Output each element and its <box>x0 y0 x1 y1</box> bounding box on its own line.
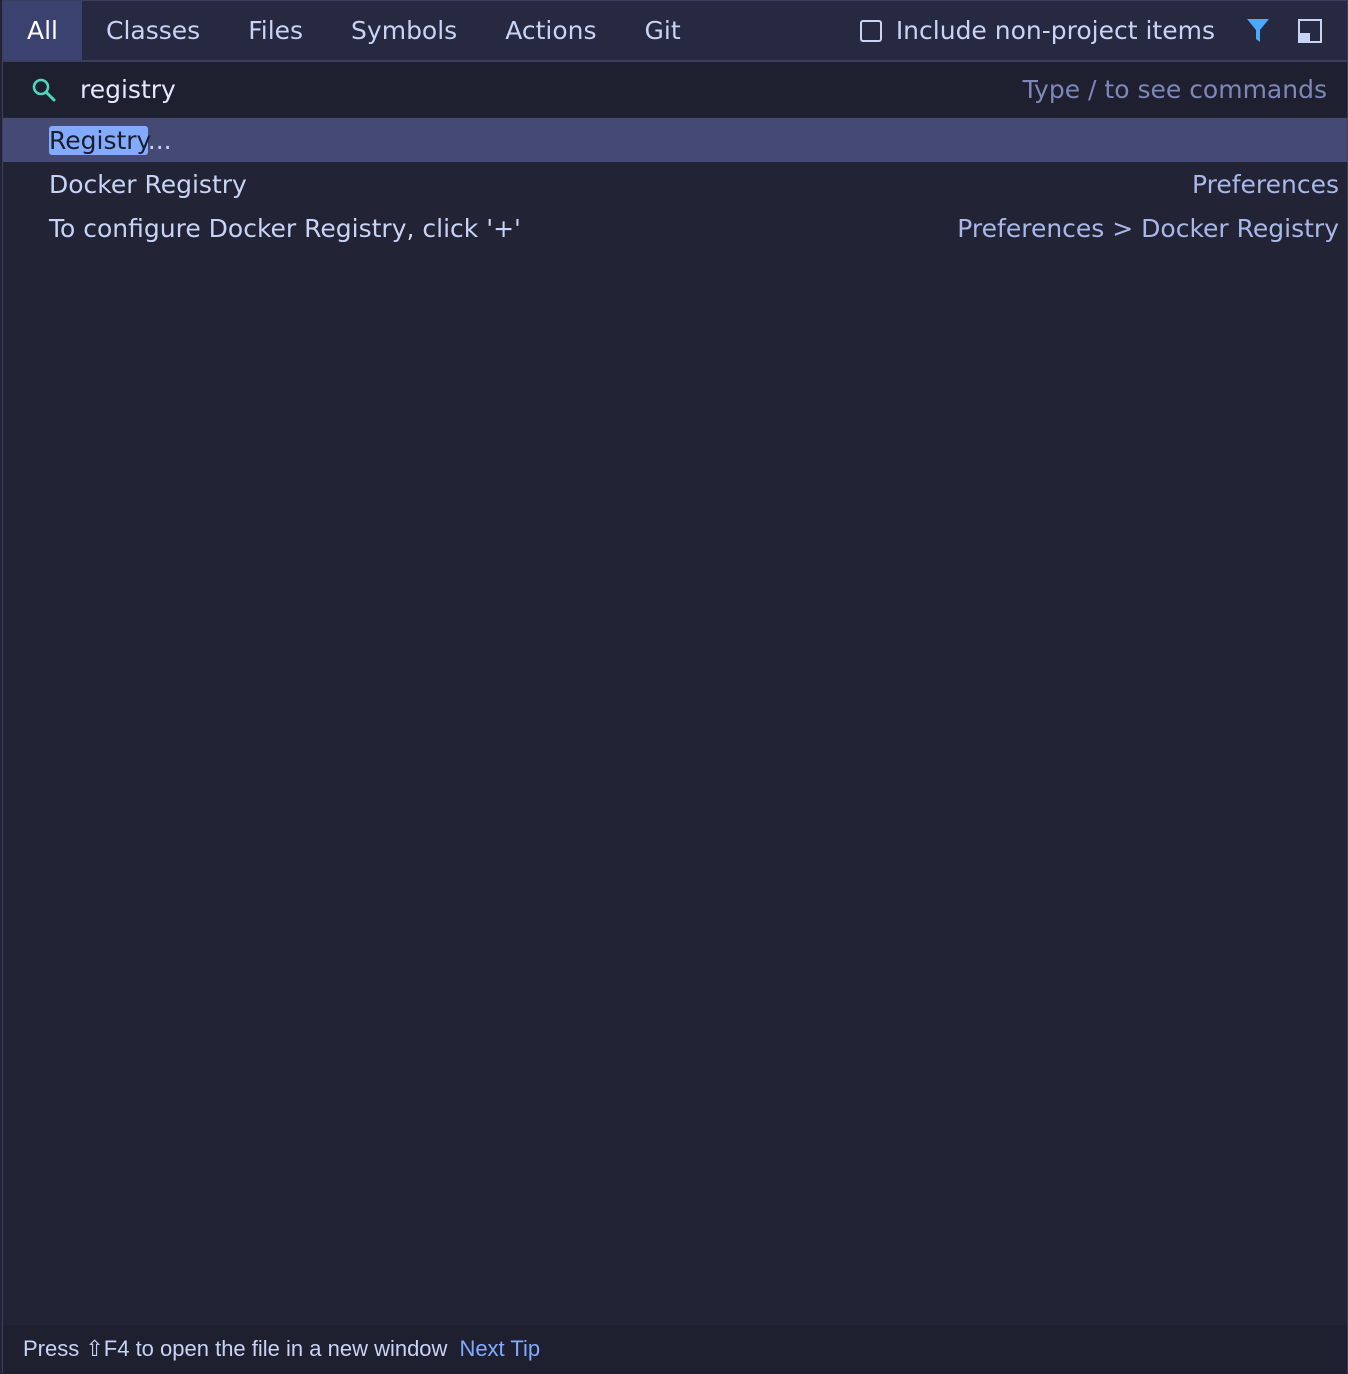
result-name-rest: ... <box>147 125 172 155</box>
search-bar: Type / to see commands <box>3 62 1347 117</box>
tab-symbols[interactable]: Symbols <box>327 1 481 60</box>
result-name-rest: Docker Registry <box>49 169 247 199</box>
result-row[interactable]: To configure Docker Registry, click '+' … <box>3 206 1347 250</box>
include-non-project-option[interactable]: Include non-project items <box>859 1 1215 60</box>
tab-git[interactable]: Git <box>621 1 705 60</box>
match-highlight: Registry <box>49 125 148 155</box>
search-input[interactable] <box>80 75 1023 104</box>
tab-all[interactable]: All <box>3 1 82 60</box>
result-row[interactable]: Docker Registry Preferences <box>3 162 1347 206</box>
results-list: Registry... Docker Registry Preferences … <box>3 118 1347 250</box>
tip-footer: Press ⇧F4 to open the file in a new wind… <box>3 1325 1347 1373</box>
tab-spacer <box>705 1 860 60</box>
search-everywhere-popup: All Classes Files Symbols Actions Git In… <box>2 0 1348 1373</box>
search-hint: Type / to see commands <box>1022 75 1327 104</box>
include-non-project-label: Include non-project items <box>895 16 1215 45</box>
result-name: Registry... <box>49 125 1339 155</box>
tip-text: Press ⇧F4 to open the file in a new wind… <box>23 1336 448 1361</box>
result-location: Preferences <box>1191 169 1339 199</box>
search-icon <box>30 76 58 104</box>
result-location: Preferences > Docker Registry <box>957 213 1339 243</box>
include-non-project-checkbox[interactable] <box>859 19 882 42</box>
tab-classes[interactable]: Classes <box>82 1 224 60</box>
result-row[interactable]: Registry... <box>3 118 1347 162</box>
result-name: To configure Docker Registry, click '+' <box>49 214 957 243</box>
filter-icon[interactable] <box>1243 1 1273 60</box>
result-name-rest: To configure Docker Registry, click '+' <box>49 213 521 243</box>
split-panel-icon[interactable] <box>1295 1 1325 60</box>
tab-files[interactable]: Files <box>224 1 327 60</box>
next-tip-link[interactable]: Next Tip <box>459 1336 540 1362</box>
result-name: Docker Registry <box>49 170 1192 199</box>
tab-bar: All Classes Files Symbols Actions Git In… <box>3 1 1347 62</box>
tab-actions[interactable]: Actions <box>481 1 620 60</box>
